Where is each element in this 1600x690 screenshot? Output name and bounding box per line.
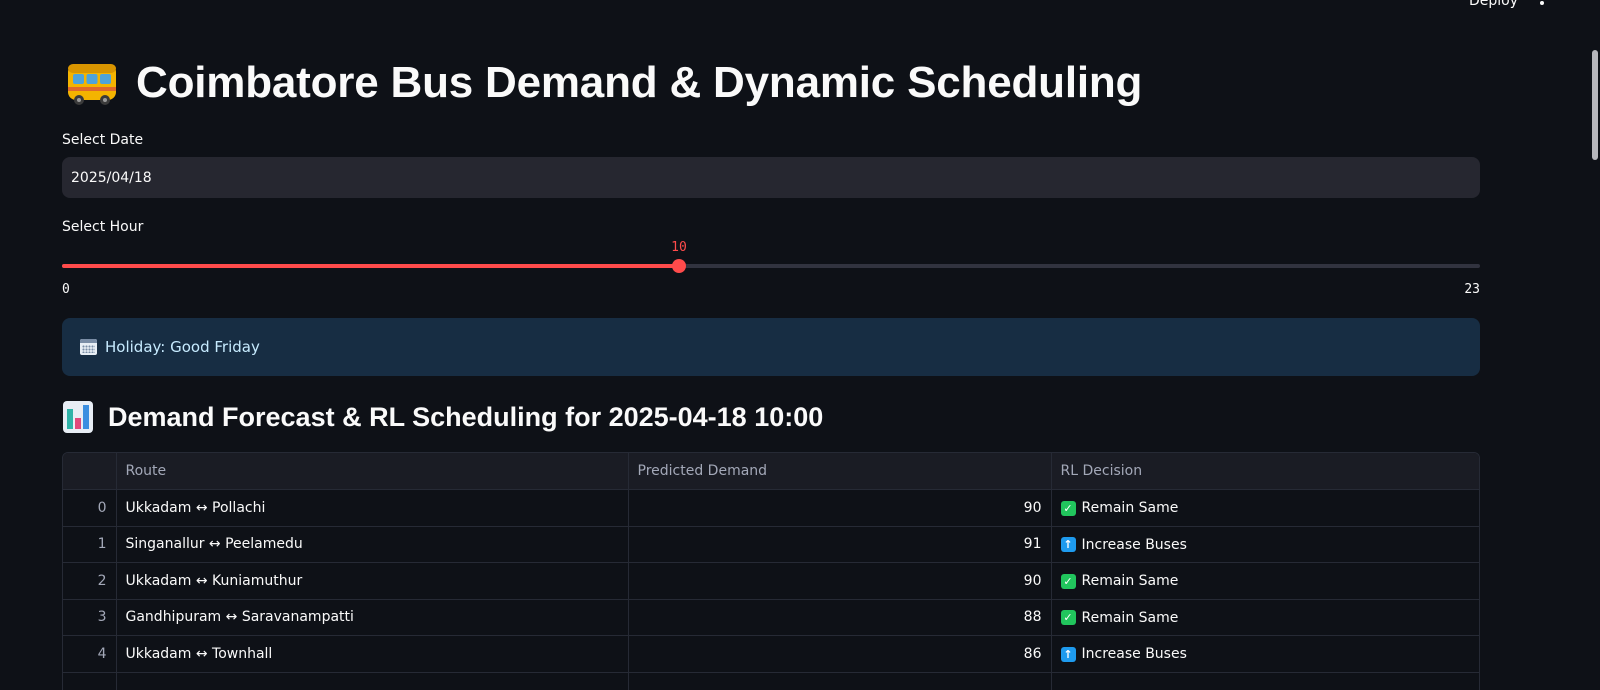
demand-cell[interactable]: 90: [628, 489, 1052, 527]
deploy-button[interactable]: Deploy: [1455, 0, 1532, 9]
table-row[interactable]: 2 Ukkadam ↔ Kuniamuthur 90 ✓ Remain Same: [63, 562, 1479, 600]
main-menu-icon[interactable]: [1532, 0, 1552, 14]
check-icon: ✓: [1060, 610, 1076, 625]
row-index: 2: [63, 562, 117, 600]
decision-text: Remain Same: [1081, 500, 1179, 516]
demand-cell[interactable]: 86: [628, 635, 1052, 673]
decision-text: Remain Same: [1081, 609, 1179, 626]
slider-fill: [62, 264, 679, 268]
route-cell[interactable]: Ukkadam ↔ Townhall: [116, 635, 629, 673]
route-column-header[interactable]: Route: [116, 453, 629, 490]
decision-cell[interactable]: ✓ Remain Same: [1051, 489, 1479, 527]
decision-text: Increase Buses: [1081, 536, 1187, 553]
row-index: 4: [63, 635, 117, 673]
row-index: 3: [63, 599, 117, 636]
check-icon: ✓: [1060, 573, 1076, 589]
date-value: 2025/04/18: [71, 169, 152, 186]
demand-cell[interactable]: [628, 672, 1052, 690]
decision-cell[interactable]: ↑ Increase Buses: [1051, 635, 1479, 673]
decision-cell[interactable]: [1051, 672, 1479, 690]
scrollbar[interactable]: [1588, 24, 1600, 690]
table-row[interactable]: 0 Ukkadam ↔ Pollachi 90 ✓ Remain Same: [63, 489, 1479, 527]
decision-cell[interactable]: ✓ Remain Same: [1051, 599, 1479, 636]
calendar-icon: [80, 339, 97, 355]
table-row[interactable]: [63, 672, 1479, 690]
route-cell[interactable]: Ukkadam ↔ Pollachi: [116, 489, 629, 527]
table-row[interactable]: 3 Gandhipuram ↔ Saravanampatti 88 ✓ Remai…: [63, 599, 1479, 636]
scrollbar-thumb[interactable]: [1592, 50, 1598, 160]
slider-min-label: 0: [62, 282, 70, 297]
decision-column-header[interactable]: RL Decision: [1051, 453, 1479, 490]
index-column-header[interactable]: [63, 453, 117, 490]
up-arrow-icon: ↑: [1060, 537, 1076, 552]
route-cell[interactable]: Ukkadam ↔ Kuniamuthur: [116, 562, 629, 600]
section-header: Demand Forecast & RL Scheduling for 2025…: [62, 400, 823, 434]
section-title: Demand Forecast & RL Scheduling for 2025…: [108, 401, 824, 432]
demand-column-header[interactable]: Predicted Demand: [628, 453, 1052, 490]
decision-text: Increase Buses: [1081, 646, 1187, 662]
route-cell[interactable]: Gandhipuram ↔ Saravanampatti: [116, 599, 629, 636]
decision-text: Remain Same: [1081, 573, 1179, 589]
date-label: Select Date: [62, 132, 144, 148]
holiday-text: Holiday: Good Friday: [105, 338, 260, 356]
route-cell[interactable]: Singanallur ↔ Peelamedu: [116, 526, 629, 563]
demand-cell[interactable]: 88: [628, 599, 1052, 636]
date-input[interactable]: 2025/04/18: [62, 157, 1480, 198]
table-header-row: Route Predicted Demand RL Decision: [63, 453, 1479, 490]
hour-label: Select Hour: [62, 219, 144, 235]
row-index: 1: [63, 526, 117, 563]
top-toolbar: Deploy: [0, 0, 1600, 30]
forecast-table[interactable]: Route Predicted Demand RL Decision 0 Ukk…: [62, 452, 1480, 690]
bus-icon: [68, 64, 116, 105]
holiday-info-box: Holiday: Good Friday: [62, 318, 1480, 376]
demand-cell[interactable]: 91: [628, 526, 1052, 563]
up-arrow-icon: ↑: [1060, 646, 1076, 662]
route-cell[interactable]: [116, 672, 629, 690]
hour-slider[interactable]: 10 0 23: [62, 240, 1480, 300]
table-row[interactable]: 1 Singanallur ↔ Peelamedu 91 ↑ Increase B…: [63, 526, 1479, 563]
bar-chart-icon: [63, 401, 93, 433]
page-header: Coimbatore Bus Demand & Dynamic Scheduli…: [66, 58, 1142, 108]
slider-thumb[interactable]: [672, 259, 686, 273]
slider-max-label: 23: [1464, 282, 1480, 297]
row-index: 0: [63, 489, 117, 527]
slider-value: 10: [671, 240, 687, 255]
decision-cell[interactable]: ↑ Increase Buses: [1051, 526, 1479, 563]
check-icon: ✓: [1060, 500, 1076, 516]
decision-cell[interactable]: ✓ Remain Same: [1051, 562, 1479, 600]
page-title: Coimbatore Bus Demand & Dynamic Scheduli…: [136, 58, 1143, 107]
row-index: [63, 672, 117, 690]
demand-cell[interactable]: 90: [628, 562, 1052, 600]
table-row[interactable]: 4 Ukkadam ↔ Townhall 86 ↑ Increase Buses: [63, 635, 1479, 673]
app-window: Deploy Coimbatore Bus Demand & Dynamic S…: [0, 0, 1600, 690]
